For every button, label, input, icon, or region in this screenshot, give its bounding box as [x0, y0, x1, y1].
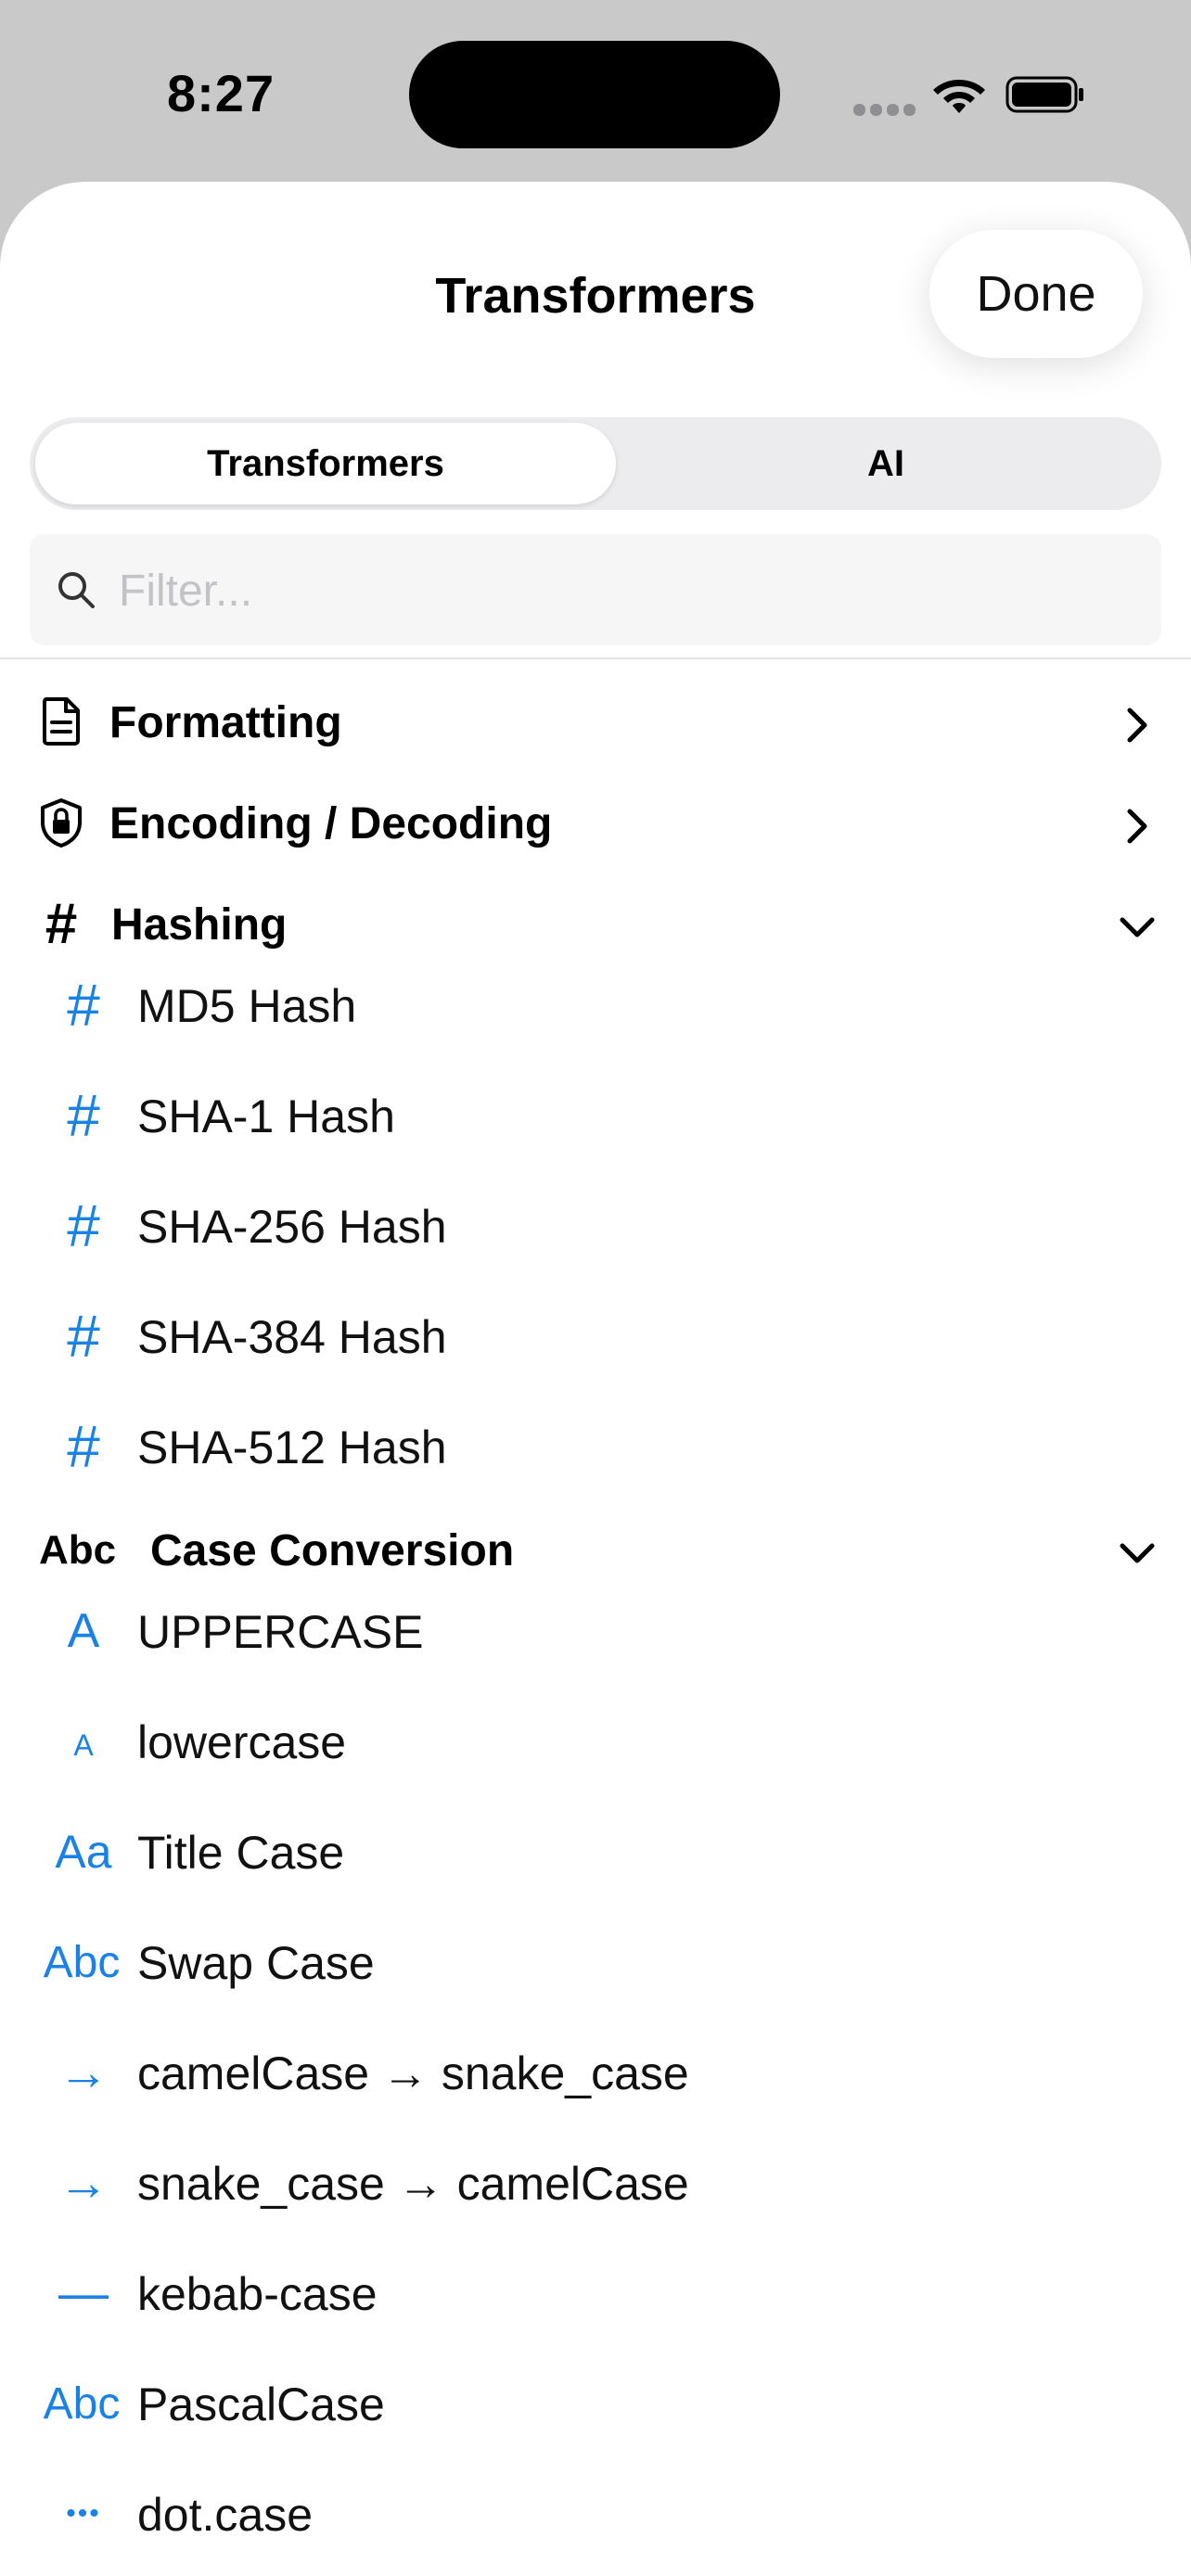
number-sign-icon: # [67, 1413, 100, 1480]
title-case-aa-icon: Aa [55, 1826, 112, 1878]
item-label: Swap Case [137, 1937, 375, 1989]
wifi-icon [933, 80, 985, 113]
list-item-sha384-hash[interactable]: # SHA-384 Hash [0, 1290, 1191, 1383]
list-item-kebab-case[interactable]: — kebab-case [0, 2247, 1191, 2340]
number-sign-icon: # [67, 1303, 100, 1370]
group-row-formatting[interactable]: Formatting [0, 684, 1191, 759]
list-item-sha256-hash[interactable]: # SHA-256 Hash [0, 1180, 1191, 1272]
battery-icon [1005, 76, 1083, 113]
item-label: lowercase [137, 1716, 347, 1768]
group-row-encoding-decoding[interactable]: Encoding / Decoding [0, 785, 1191, 860]
group-label-hashing: Hashing [111, 900, 288, 950]
item-label: snake_case → camelCase [137, 2158, 689, 2210]
document-icon [35, 695, 87, 747]
list-item-md5-hash[interactable]: # MD5 Hash [0, 959, 1191, 1052]
group-row-case-conversion[interactable]: Abc Case Conversion [0, 1512, 1191, 1587]
list-item-snake-to-camel[interactable]: → snake_case → camelCase [0, 2136, 1191, 2229]
chevron-right-icon [1127, 708, 1147, 743]
header-divider [0, 657, 1191, 659]
abc-text-icon: Abc [43, 1937, 121, 1987]
ellipsis-icon: ••• [66, 2498, 101, 2529]
tab-transformers[interactable]: Transformers [35, 423, 616, 504]
item-label: MD5 Hash [137, 980, 357, 1032]
filter-placeholder: Filter... [119, 567, 253, 616]
item-label: SHA-256 Hash [137, 1201, 447, 1253]
group-label-encoding-decoding: Encoding / Decoding [109, 799, 553, 848]
item-label: SHA-512 Hash [137, 1422, 447, 1473]
tab-ai[interactable]: AI [616, 423, 1156, 504]
dynamic-island [409, 41, 780, 148]
filter-search-field[interactable]: Filter... [30, 534, 1161, 645]
list-item-uppercase[interactable]: A UPPERCASE [0, 1585, 1191, 1677]
segmented-control: Transformers AI [30, 417, 1161, 510]
search-icon [58, 572, 95, 608]
small-a-icon: A [73, 1728, 94, 1762]
item-label: Title Case [137, 1827, 345, 1879]
list-item-pascal-case[interactable]: Abc PascalCase [0, 2357, 1191, 2450]
group-label-case-conversion: Case Conversion [150, 1526, 515, 1575]
chevron-down-icon [1120, 917, 1155, 937]
list-item-dot-case[interactable]: ••• dot.case [0, 2468, 1191, 2560]
transformers-sheet: Transformers Done Transformers AI Filter… [0, 182, 1191, 2576]
chevron-right-icon [1127, 809, 1147, 844]
dash-icon: — [58, 2265, 109, 2321]
uppercase-a-icon: A [67, 1604, 100, 1658]
status-bar: 8:27 [0, 0, 1191, 185]
item-label: kebab-case [137, 2268, 378, 2320]
shield-lock-icon [35, 797, 87, 848]
item-label: UPPERCASE [137, 1606, 424, 1658]
list-item-swap-case[interactable]: Abc Swap Case [0, 1916, 1191, 2009]
number-sign-icon: # [67, 972, 100, 1039]
number-sign-icon: # [45, 891, 78, 956]
item-label: PascalCase [137, 2378, 385, 2430]
group-row-hashing[interactable]: # Hashing [0, 886, 1191, 961]
item-label: SHA-1 Hash [137, 1090, 395, 1142]
item-label: SHA-384 Hash [137, 1311, 447, 1363]
arrow-right-icon: → [58, 2155, 109, 2211]
list-item-sha512-hash[interactable]: # SHA-512 Hash [0, 1400, 1191, 1493]
cellular-signal-icon [853, 104, 916, 117]
done-button[interactable]: Done [929, 230, 1143, 358]
item-label: camelCase → snake_case [137, 2047, 689, 2099]
list-item-lowercase[interactable]: A lowercase [0, 1695, 1191, 1788]
group-label-formatting: Formatting [109, 698, 342, 747]
list-item-camel-to-snake[interactable]: → camelCase → snake_case [0, 2026, 1191, 2119]
abc-text-icon: Abc [43, 2378, 121, 2429]
status-time: 8:27 [167, 64, 275, 122]
number-sign-icon: # [67, 1082, 100, 1149]
number-sign-icon: # [67, 1192, 100, 1259]
list-item-title-case[interactable]: Aa Title Case [0, 1805, 1191, 1898]
chevron-down-icon [1120, 1543, 1155, 1563]
list-item-sha1-hash[interactable]: # SHA-1 Hash [0, 1069, 1191, 1162]
item-label: dot.case [137, 2489, 314, 2541]
abc-text-icon: Abc [39, 1527, 117, 1573]
arrow-right-icon: → [58, 2045, 109, 2100]
